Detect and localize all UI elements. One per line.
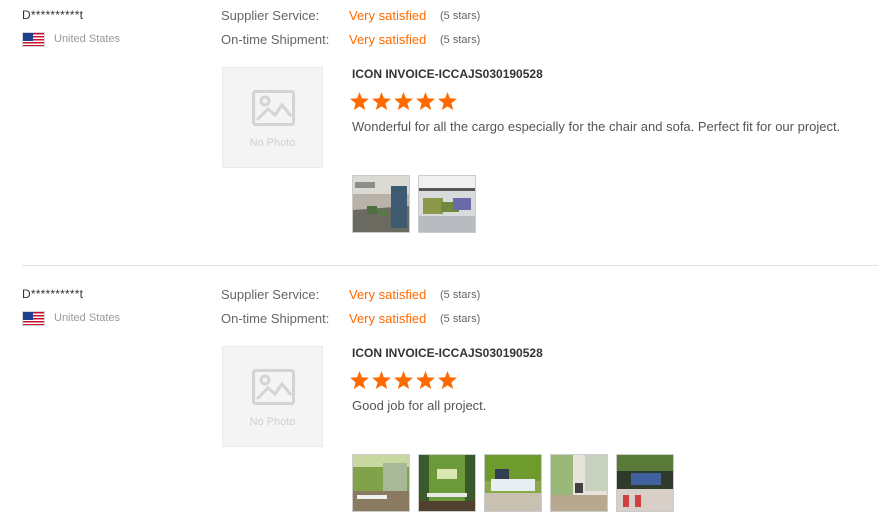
star-icon — [394, 92, 413, 110]
star-icon — [350, 92, 369, 110]
no-photo-label: No Photo — [249, 416, 296, 428]
review-photo-thumbnail[interactable] — [616, 454, 674, 512]
buyer-country: United States — [54, 33, 121, 45]
metric-label: Supplier Service: — [221, 287, 320, 302]
product-link[interactable]: ICON INVOICE-ICCAJS030190528 — [352, 346, 543, 360]
metric-value: Very satisfied — [349, 32, 427, 47]
metric-stars-text: (5 stars) — [440, 289, 481, 301]
image-placeholder-icon — [252, 90, 295, 126]
star-icon — [372, 92, 391, 110]
review-item: D**********t United States Supplier Serv… — [0, 279, 878, 524]
review-photos — [352, 175, 484, 235]
star-rating — [350, 92, 460, 112]
metric-label: Supplier Service: — [221, 8, 320, 23]
review-photo-thumbnail[interactable] — [418, 454, 476, 512]
star-icon — [372, 371, 391, 389]
review-comment: Good job for all project. — [352, 398, 487, 413]
review-photo-thumbnail[interactable] — [352, 175, 410, 233]
buyer-name: D**********t — [22, 287, 84, 301]
star-icon — [416, 371, 435, 389]
metric-value: Very satisfied — [349, 311, 427, 326]
metric-value: Very satisfied — [349, 8, 427, 23]
no-photo-placeholder: No Photo — [222, 67, 323, 168]
metric-label: On-time Shipment: — [221, 32, 330, 47]
metric-value: Very satisfied — [349, 287, 427, 302]
metric-stars-text: (5 stars) — [440, 10, 481, 22]
review-photo-thumbnail[interactable] — [418, 175, 476, 233]
review-item: D**********t United States Supplier Serv… — [0, 0, 878, 265]
metric-stars-text: (5 stars) — [440, 34, 481, 46]
no-photo-placeholder: No Photo — [222, 346, 323, 447]
star-rating — [350, 371, 460, 391]
review-divider — [22, 265, 878, 266]
review-photos — [352, 454, 682, 514]
product-link[interactable]: ICON INVOICE-ICCAJS030190528 — [352, 67, 543, 81]
star-icon — [438, 371, 457, 389]
us-flag-icon — [22, 311, 45, 326]
star-icon — [438, 92, 457, 110]
us-flag-icon — [22, 32, 45, 47]
metric-label: On-time Shipment: — [221, 311, 330, 326]
image-placeholder-icon — [252, 369, 295, 405]
star-icon — [394, 371, 413, 389]
metric-stars-text: (5 stars) — [440, 313, 481, 325]
review-photo-thumbnail[interactable] — [484, 454, 542, 512]
star-icon — [350, 371, 369, 389]
review-comment: Wonderful for all the cargo especially f… — [352, 119, 841, 134]
buyer-country: United States — [54, 312, 121, 324]
buyer-name: D**********t — [22, 8, 84, 22]
review-photo-thumbnail[interactable] — [352, 454, 410, 512]
no-photo-label: No Photo — [249, 137, 296, 149]
star-icon — [416, 92, 435, 110]
review-photo-thumbnail[interactable] — [550, 454, 608, 512]
